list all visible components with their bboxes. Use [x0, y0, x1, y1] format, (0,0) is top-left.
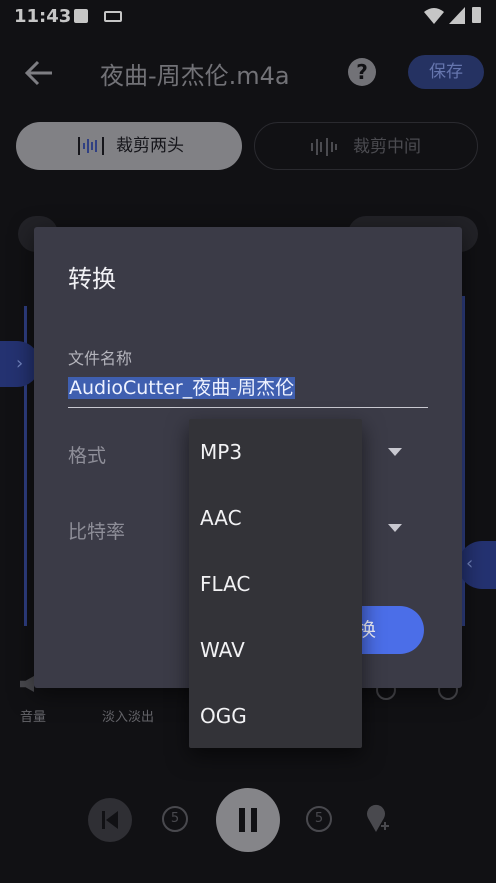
bitrate-label: 比特率	[68, 521, 126, 543]
format-dropdown-menu: MP3 AAC FLAC WAV OGG	[189, 419, 362, 748]
filename-label: 文件名称	[68, 349, 133, 368]
format-option-aac[interactable]: AAC	[189, 485, 362, 551]
format-option-ogg[interactable]: OGG	[189, 683, 362, 749]
format-dropdown-arrow-icon[interactable]	[388, 448, 402, 456]
filename-input[interactable]: AudioCutter_夜曲-周杰伦	[68, 373, 428, 408]
bitrate-dropdown-arrow-icon[interactable]	[388, 524, 402, 532]
filename-value: AudioCutter_夜曲-周杰伦	[68, 377, 296, 399]
format-label: 格式	[68, 445, 107, 467]
dialog-title: 转换	[68, 265, 116, 293]
format-option-wav[interactable]: WAV	[189, 617, 362, 683]
format-option-mp3[interactable]: MP3	[189, 419, 362, 485]
format-option-flac[interactable]: FLAC	[189, 551, 362, 617]
